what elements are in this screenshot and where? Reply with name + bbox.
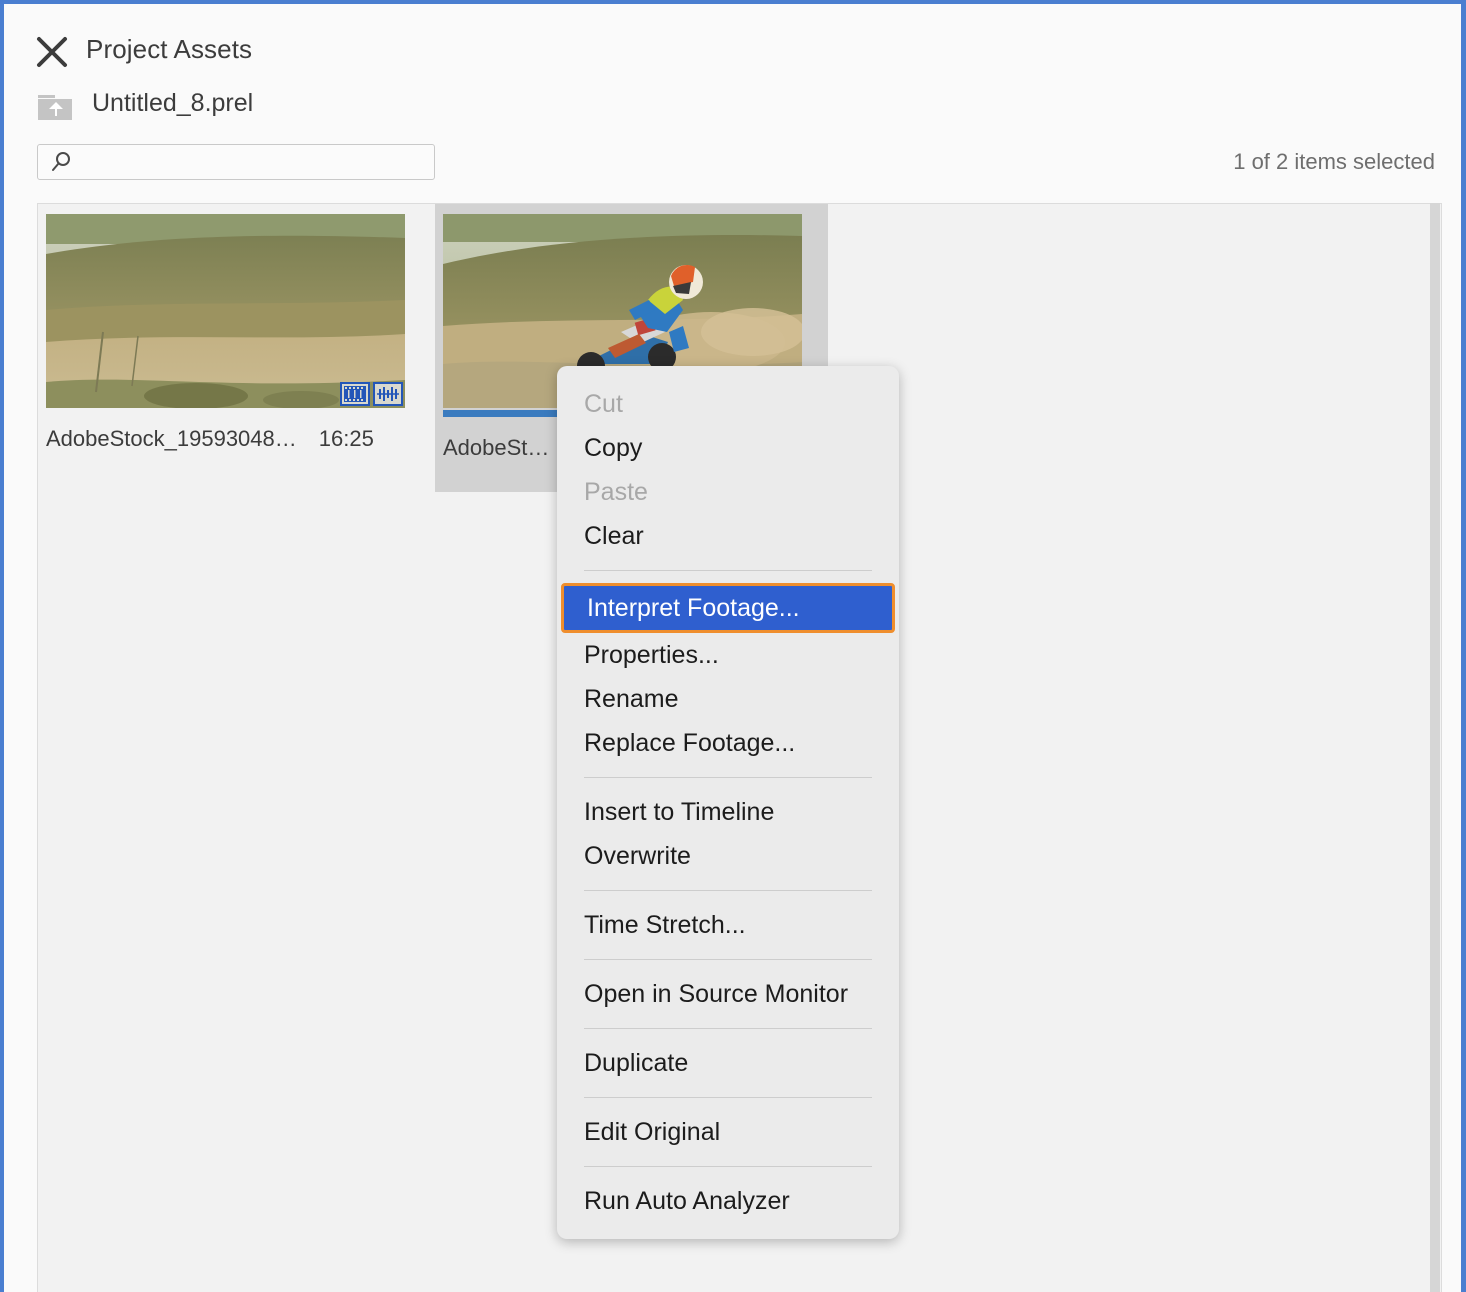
menu-separator [584,570,872,571]
asset-thumbnail[interactable] [46,214,405,408]
menu-separator [584,890,872,891]
list-item[interactable]: AdobeStock_19593048… 16:25 [38,204,431,492]
menu-item-cut: Cut [584,390,623,418]
menu-item-overwrite[interactable]: Overwrite [557,834,899,878]
menu-item-copy[interactable]: Copy [557,426,899,470]
menu-item-insert-to-timeline[interactable]: Insert to Timeline [557,790,899,834]
search-icon [38,150,78,174]
search-box[interactable] [37,144,435,180]
project-file-name: Untitled_8.prel [92,89,254,117]
project-assets-window: Project Assets Untitled_8.prel 1 of 2 it… [0,0,1466,1292]
vertical-scrollbar[interactable] [1430,203,1440,1292]
folder-up-icon[interactable] [37,94,75,122]
menu-separator [584,959,872,960]
menu-item-interpret-footage[interactable]: Interpret Footage... [561,583,895,633]
asset-name: AdobeSt… [443,435,550,460]
titlebar: Project Assets [4,4,1461,82]
menu-separator [584,1028,872,1029]
menu-item-time-stretch[interactable]: Time Stretch... [557,903,899,947]
search-input[interactable] [78,145,434,179]
menu-item-replace-footage[interactable]: Replace Footage... [557,721,899,765]
menu-separator [584,1097,872,1098]
menu-item-clear[interactable]: Clear [557,514,899,558]
context-menu: Cut Copy Paste Clear Interpret Footage..… [557,366,899,1239]
menu-item-open-in-source-monitor[interactable]: Open in Source Monitor [557,972,899,1016]
page-title: Project Assets [86,34,253,64]
menu-separator [584,777,872,778]
menu-item-properties[interactable]: Properties... [557,633,899,677]
asset-name: AdobeStock_19593048… [46,426,297,451]
menu-item-run-auto-analyzer[interactable]: Run Auto Analyzer [557,1179,899,1223]
close-icon[interactable] [34,34,70,70]
menu-item-rename[interactable]: Rename [557,677,899,721]
asset-badges [340,382,403,406]
menu-item-edit-original[interactable]: Edit Original [557,1110,899,1154]
video-filmstrip-icon [340,382,370,406]
menu-separator [584,1166,872,1167]
audio-waveform-icon [373,382,403,406]
status-selection-count: 1 of 2 items selected [1233,149,1435,174]
asset-duration: 16:25 [318,426,374,451]
menu-item-paste: Paste [584,478,648,506]
asset-label-row: AdobeStock_19593048… 16:25 [46,426,423,452]
menu-item-duplicate[interactable]: Duplicate [557,1041,899,1085]
